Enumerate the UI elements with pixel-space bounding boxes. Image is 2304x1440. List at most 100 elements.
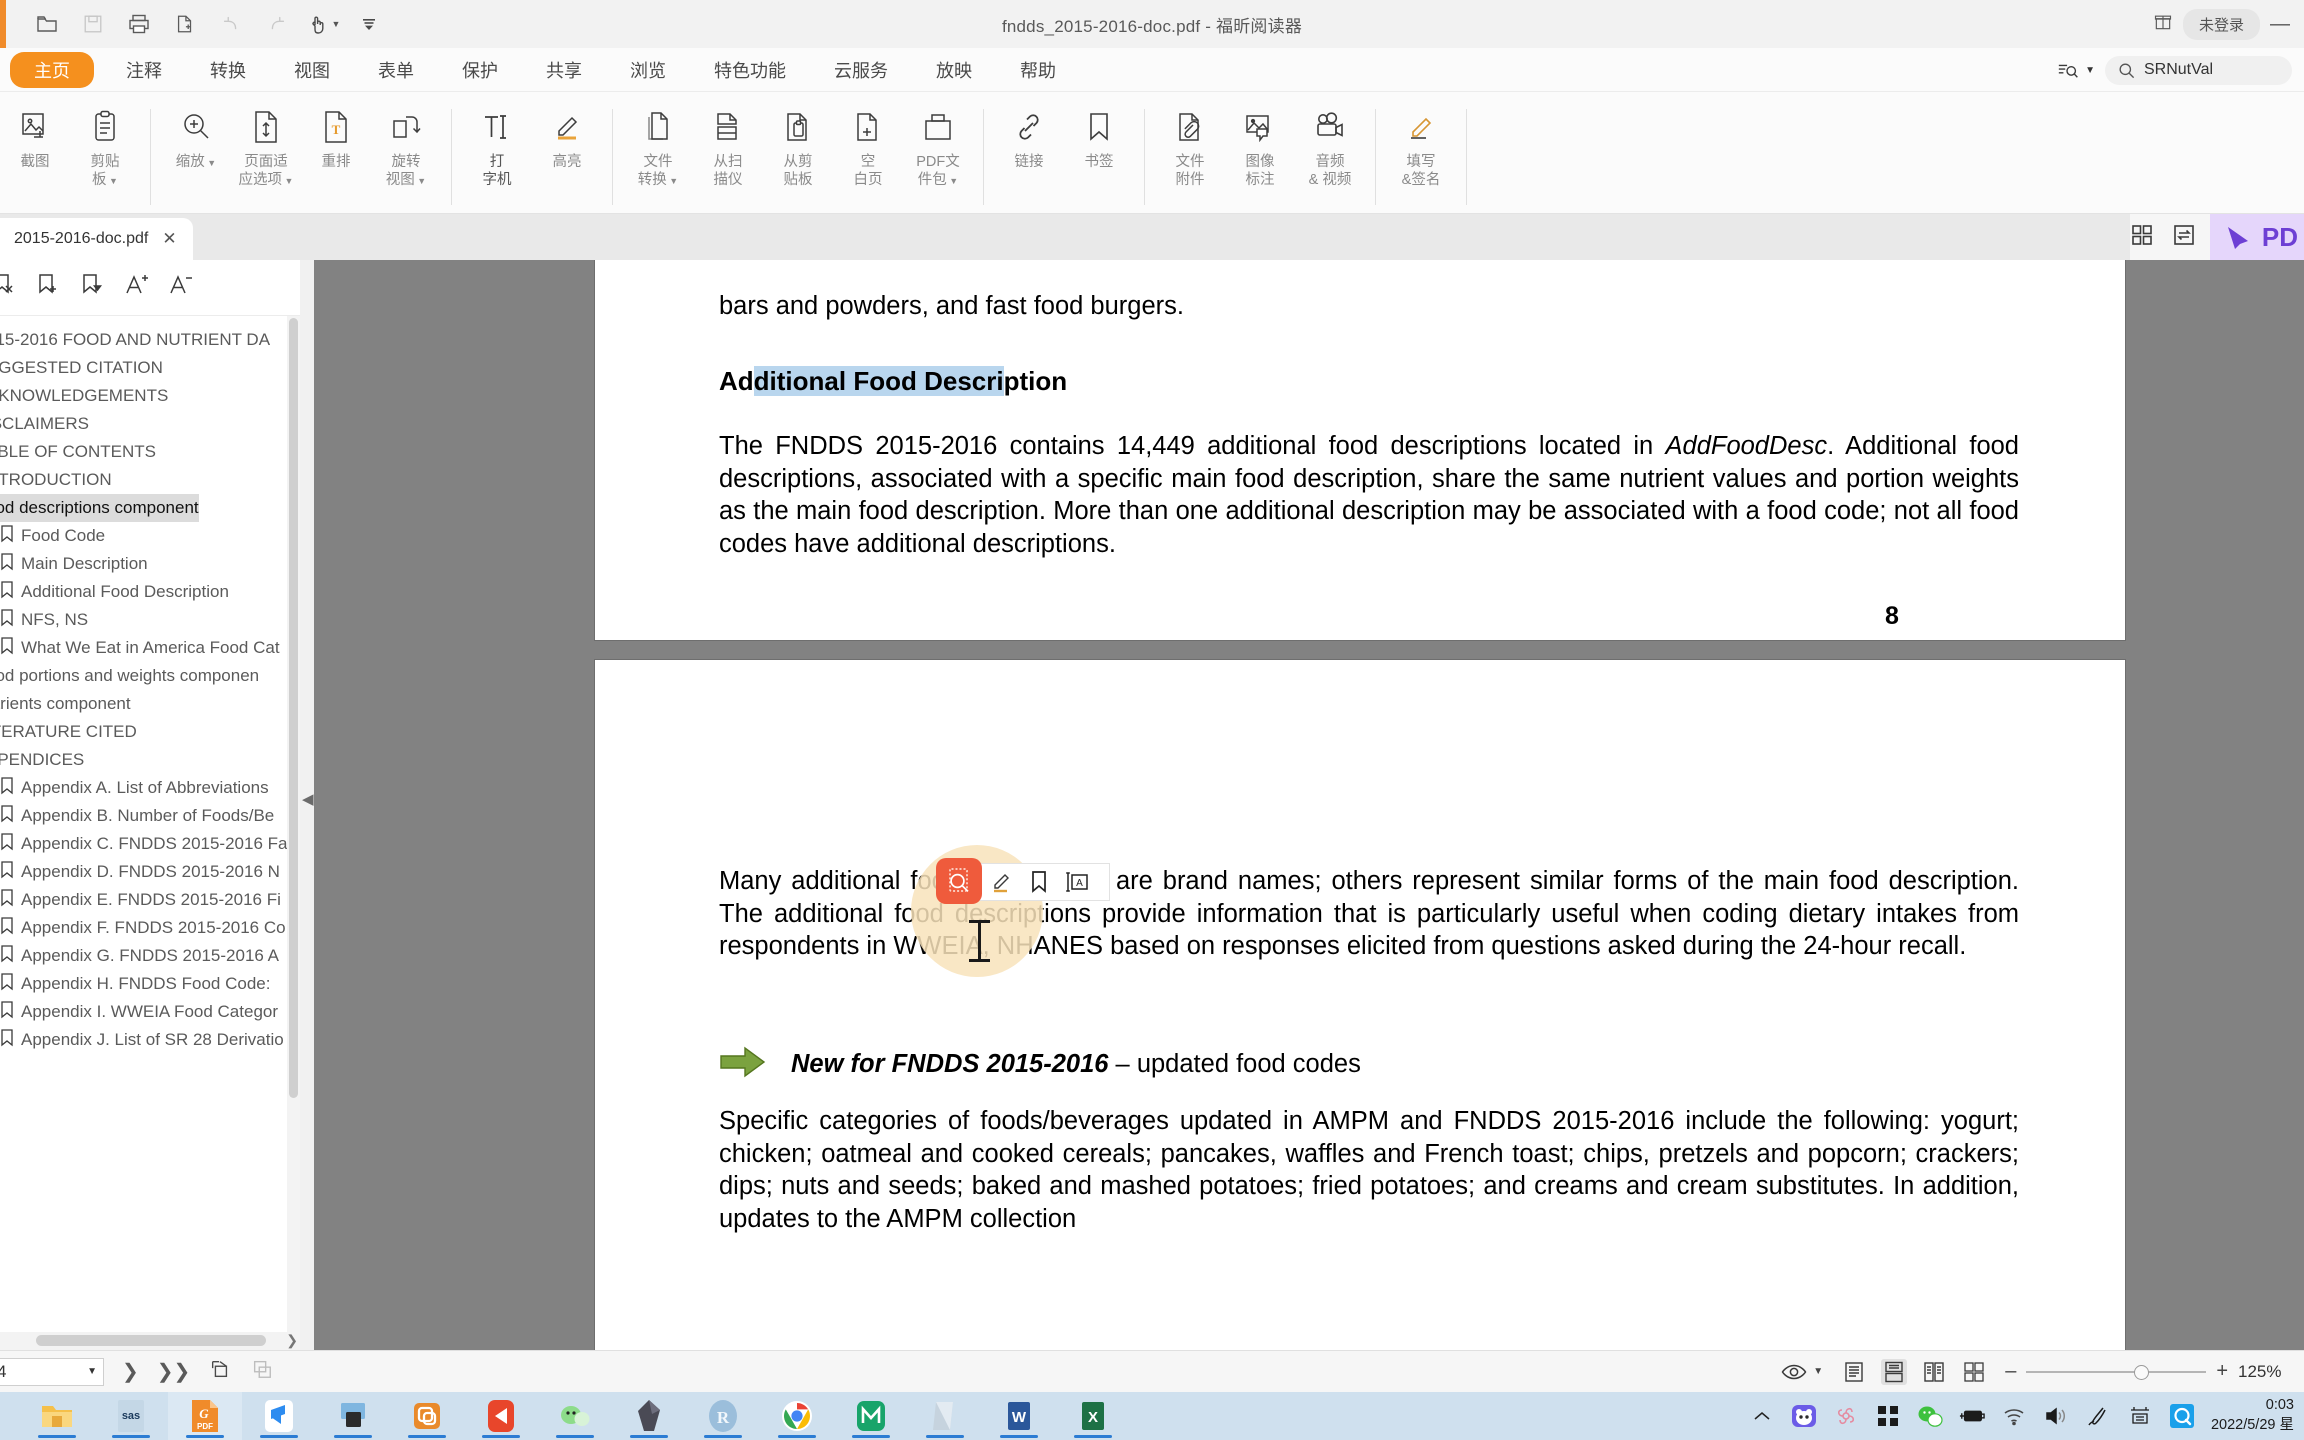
tab-view[interactable]: 视图 [278, 53, 346, 87]
taskbar-teams[interactable] [242, 1392, 316, 1440]
chevron-down-icon[interactable]: ▼ [415, 176, 426, 186]
previous-view-button[interactable] [208, 1358, 232, 1385]
chevron-down-icon[interactable]: ▼ [947, 176, 958, 186]
bookmark-item[interactable]: Additional Food Description [0, 578, 300, 606]
bookmark-item[interactable]: NTRODUCTION [0, 466, 300, 494]
fit-page-button[interactable]: 页面适 应选项 ▼ [231, 100, 301, 200]
next-page-button[interactable]: ❯ [122, 1359, 139, 1384]
bookmark-delete-icon[interactable] [0, 272, 18, 303]
fill-and-sign-button[interactable]: 填写 &签名 [1386, 100, 1456, 200]
bookmark-item[interactable]: What We Eat in America Food Cat [0, 634, 300, 662]
taskbar-vmware[interactable] [390, 1392, 464, 1440]
rotate-view-button[interactable]: 旋转 视图 ▼ [371, 100, 441, 200]
screenshot-button[interactable]: 截图 [0, 100, 70, 200]
tab-present[interactable]: 放映 [920, 53, 988, 87]
close-tab-icon[interactable]: ✕ [162, 229, 176, 249]
taskbar-remote-desktop[interactable] [316, 1392, 390, 1440]
account-status-badge[interactable]: 未登录 [2182, 8, 2260, 40]
bookmark-menu-icon[interactable] [80, 272, 106, 303]
speaker-icon[interactable] [2043, 1403, 2069, 1429]
taskbar-chat[interactable] [538, 1392, 612, 1440]
ime-icon[interactable] [2127, 1403, 2153, 1429]
bookmark-item[interactable]: Appendix J. List of SR 28 Derivatio [0, 1026, 300, 1054]
taskbar-foxit-reader[interactable]: G PDF [168, 1392, 242, 1440]
tab-help[interactable]: 帮助 [1004, 53, 1072, 87]
next-view-button[interactable] [250, 1358, 274, 1385]
highlight-button[interactable]: 高亮 [532, 100, 602, 200]
bookmark-icon[interactable] [1026, 869, 1052, 895]
flower-icon[interactable] [1833, 1403, 1859, 1429]
chevron-down-icon[interactable]: ▼ [1813, 1366, 1823, 1377]
bookmark-item[interactable]: Appendix D. FNDDS 2015-2016 N [0, 858, 300, 886]
scrollbar-thumb[interactable] [36, 1335, 266, 1346]
bookmark-item[interactable]: Appendix G. FNDDS 2015-2016 A [0, 942, 300, 970]
read-mode-button[interactable]: ▼ [1781, 1362, 1823, 1382]
bookmark-item[interactable]: Appendix I. WWEIA Food Categor [0, 998, 300, 1026]
tab-features[interactable]: 特色功能 [698, 53, 802, 87]
bookmark-item[interactable]: Appendix E. FNDDS 2015-2016 Fi [0, 886, 300, 914]
taskbar-chrome[interactable] [760, 1392, 834, 1440]
reflow-button[interactable]: T 重排 [301, 100, 371, 200]
zoom-slider-knob[interactable] [2134, 1364, 2150, 1380]
bookmark-item[interactable]: Appendix A. List of Abbreviations [0, 774, 300, 802]
text-box-icon[interactable]: A [1064, 869, 1090, 895]
wechat-icon[interactable] [1917, 1403, 1943, 1429]
bookmark-item-selected[interactable]: ood descriptions component [0, 494, 199, 522]
from-clipboard-button[interactable]: 从剪 贴板 [763, 100, 833, 200]
pdf-portfolio-button[interactable]: PDF文 件包 ▼ [903, 100, 973, 200]
bookmark-item[interactable]: UGGESTED CITATION [0, 354, 300, 382]
single-page-view-button[interactable] [1841, 1359, 1867, 1385]
chevron-down-icon[interactable]: ▼ [282, 176, 294, 186]
bookmark-button[interactable]: 书签 [1064, 100, 1134, 200]
taskbar-sas[interactable]: sas [94, 1392, 168, 1440]
wifi-icon[interactable] [2001, 1403, 2027, 1429]
tab-form[interactable]: 表单 [362, 53, 430, 87]
two-page-view-button[interactable] [1921, 1359, 1947, 1385]
battery-icon[interactable] [1959, 1403, 1985, 1429]
file-attachment-button[interactable]: 文件 附件 [1155, 100, 1225, 200]
zoom-slider[interactable] [2026, 1362, 2207, 1382]
scroll-right-icon[interactable]: ❯ [286, 1332, 298, 1349]
blank-page-button[interactable]: 空白页 [833, 100, 903, 200]
gift-icon[interactable] [2153, 12, 2173, 37]
bookmark-item[interactable]: CKNOWLEDGEMENTS [0, 382, 300, 410]
taskbar-mendeley[interactable] [834, 1392, 908, 1440]
sidebar-vertical-scrollbar[interactable] [287, 316, 300, 1350]
taskbar-mail[interactable] [464, 1392, 538, 1440]
link-button[interactable]: 链接 [994, 100, 1064, 200]
bookmark-item[interactable]: Appendix B. Number of Foods/Be [0, 802, 300, 830]
compare-icon[interactable] [2172, 223, 2196, 252]
chevron-down-icon[interactable]: ▼ [667, 176, 678, 186]
grid-view-icon[interactable] [2130, 223, 2154, 252]
from-scanner-button[interactable]: 从扫 描仪 [693, 100, 763, 200]
search-document-icon[interactable] [936, 858, 982, 904]
taskbar-notes[interactable] [908, 1392, 982, 1440]
taskbar-clock[interactable]: 0:03 2022/5/29 星 [2211, 1396, 2294, 1435]
document-viewport[interactable]: bars and powders, and fast food burgers.… [314, 260, 2304, 1350]
tab-browse[interactable]: 浏览 [614, 53, 682, 87]
last-page-button[interactable]: ❯❯ [157, 1359, 191, 1384]
search-box[interactable] [2105, 55, 2292, 85]
font-decrease-icon[interactable] [168, 272, 194, 303]
bookmark-item[interactable]: Appendix C. FNDDS 2015-2016 Fa [0, 830, 300, 858]
page-number-input[interactable]: 4 ▼ [0, 1357, 104, 1386]
document-tab[interactable]: 2015-2016-doc.pdf ✕ [0, 218, 193, 260]
collapse-sidebar-icon[interactable]: ◀ [302, 790, 314, 808]
taskbar-obsidian[interactable] [612, 1392, 686, 1440]
bookmark-item[interactable]: Appendix F. FNDDS 2015-2016 Co [0, 914, 300, 942]
tab-home[interactable]: 主页 [10, 51, 94, 88]
file-convert-button[interactable]: 文件 转换 ▼ [623, 100, 693, 200]
taskbar-excel[interactable]: X [1056, 1392, 1130, 1440]
taskbar-rstudio[interactable]: R [686, 1392, 760, 1440]
bookmark-item[interactable]: ITERATURE CITED [0, 718, 300, 746]
bookmark-item[interactable]: ABLE OF CONTENTS [0, 438, 300, 466]
zoom-button[interactable]: 缩放 ▼ [161, 100, 231, 200]
audio-video-button[interactable]: 音频 & 视频 [1295, 100, 1365, 200]
search-options-button[interactable]: ▼ [2056, 59, 2095, 81]
minimize-button[interactable]: — [2270, 13, 2290, 36]
bookmark-item[interactable]: utrients component [0, 690, 300, 718]
zoom-out-button[interactable]: – [2005, 1360, 2016, 1383]
tab-convert[interactable]: 转换 [194, 53, 262, 87]
two-page-continuous-view-button[interactable] [1961, 1359, 1987, 1385]
sidebar-splitter[interactable]: ◀ [300, 260, 314, 1350]
